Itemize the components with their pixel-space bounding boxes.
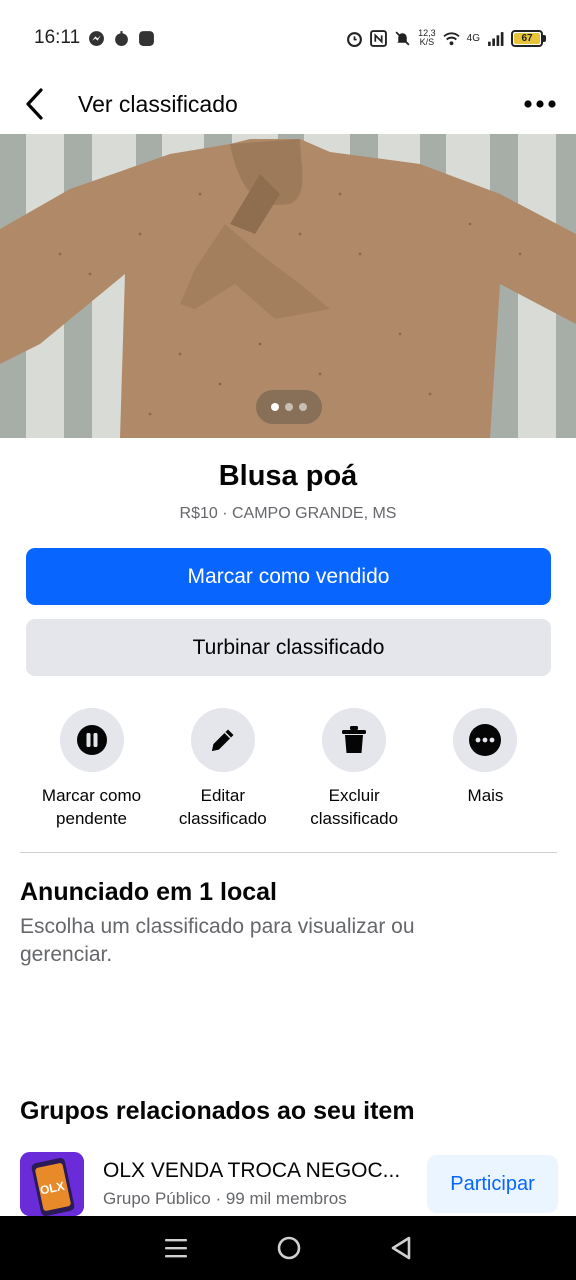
more-horizontal-icon <box>524 100 556 108</box>
battery-icon: 67 <box>511 29 546 47</box>
group-text: OLX VENDA TROCA NEGOC... Grupo Público ·… <box>103 1159 421 1209</box>
delete-listing-action[interactable]: Excluir classificado <box>289 708 420 830</box>
pause-icon <box>76 725 107 755</box>
status-bar: 16:11 12,3 K/S 4G 67 <box>0 0 576 76</box>
net-speed: 12,3 K/S <box>418 29 436 47</box>
listing-actions: Marcar como pendente Editar classificado… <box>26 708 551 830</box>
listed-in-title: Anunciado em 1 local <box>20 878 278 906</box>
delete-listing-button[interactable] <box>322 708 387 772</box>
mute-icon <box>395 31 410 45</box>
pencil-icon <box>211 729 234 751</box>
delete-listing-label: Excluir classificado <box>310 786 399 828</box>
edit-listing-label: Editar classificado <box>178 786 267 828</box>
location-icon <box>115 30 129 46</box>
nfc-icon <box>370 29 388 47</box>
status-time: 16:11 <box>34 27 81 48</box>
pager-dot[interactable] <box>299 403 307 411</box>
page-title: Ver classificado <box>78 90 238 117</box>
battery-level: 67 <box>514 32 540 44</box>
mark-pending-label: Marcar como pendente <box>41 786 142 828</box>
net-speed-unit: K/S <box>419 37 435 47</box>
more-button[interactable] <box>453 708 518 772</box>
listed-in-description: Escolha um classificado para visualizar … <box>20 915 415 966</box>
more-options-button[interactable] <box>504 76 576 132</box>
more-action[interactable]: Mais <box>420 708 551 830</box>
olx-logo-icon: OLX <box>20 1152 84 1216</box>
chevron-left-icon <box>26 88 43 120</box>
more-label: Mais <box>467 786 504 805</box>
mark-sold-button[interactable]: Marcar como vendido <box>26 548 551 605</box>
divider <box>20 852 557 853</box>
status-right: 12,3 K/S 4G 67 <box>346 29 546 47</box>
alarm-icon <box>347 31 363 47</box>
group-name[interactable]: OLX VENDA TROCA NEGOC... <box>103 1159 421 1183</box>
system-navigation-bar <box>0 1216 576 1280</box>
boost-listing-button[interactable]: Turbinar classificado <box>26 619 551 676</box>
related-groups-title: Grupos relacionados ao seu item <box>20 1097 415 1125</box>
wifi-icon <box>443 31 460 45</box>
group-subtitle: Grupo Público · 99 mil membros <box>103 1189 347 1208</box>
menu-icon[interactable] <box>163 1236 189 1260</box>
app-icon <box>139 30 155 46</box>
group-thumbnail[interactable]: OLX <box>20 1152 84 1216</box>
signal-icon <box>488 31 504 46</box>
back-button[interactable] <box>0 76 70 132</box>
home-icon[interactable] <box>276 1235 302 1261</box>
trash-icon <box>342 726 367 753</box>
listing-title: Blusa poá <box>218 460 358 492</box>
join-group-button[interactable]: Participar <box>427 1155 558 1213</box>
related-group-item[interactable]: OLX OLX VENDA TROCA NEGOC... Grupo Públi… <box>20 1152 558 1216</box>
listing-price-location: R$10 · CAMPO GRANDE, MS <box>179 505 397 522</box>
messenger-icon <box>89 30 105 46</box>
back-triangle-icon[interactable] <box>389 1235 413 1261</box>
edit-listing-button[interactable] <box>190 708 255 772</box>
network-type: 4G <box>466 32 480 44</box>
pager-dot[interactable] <box>285 403 293 411</box>
more-horizontal-icon <box>469 724 502 756</box>
status-left: 16:11 <box>34 27 155 49</box>
photo-pager[interactable] <box>256 390 322 424</box>
edit-listing-action[interactable]: Editar classificado <box>157 708 288 830</box>
mark-pending-action[interactable]: Marcar como pendente <box>26 708 157 830</box>
top-app-bar: Ver classificado <box>0 76 576 132</box>
mark-pending-button[interactable] <box>59 708 124 772</box>
pager-dot[interactable] <box>271 403 279 411</box>
listing-photo[interactable] <box>0 134 576 438</box>
